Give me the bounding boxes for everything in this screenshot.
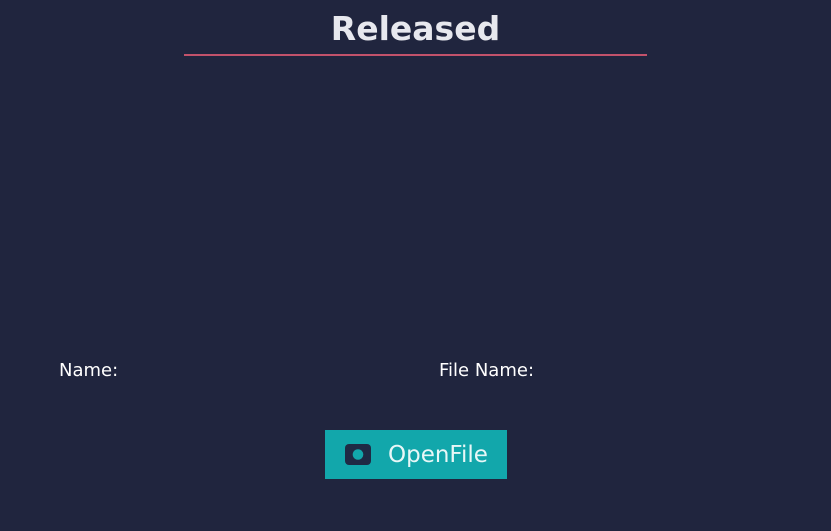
open-file-label: OpenFile xyxy=(388,441,488,468)
open-file-button[interactable]: OpenFile xyxy=(325,430,507,479)
record-icon xyxy=(345,444,371,465)
title-underline xyxy=(184,54,647,56)
page-title: Released xyxy=(330,9,501,48)
file-name-label: File Name: xyxy=(439,360,535,381)
name-label: Name: xyxy=(59,360,119,381)
